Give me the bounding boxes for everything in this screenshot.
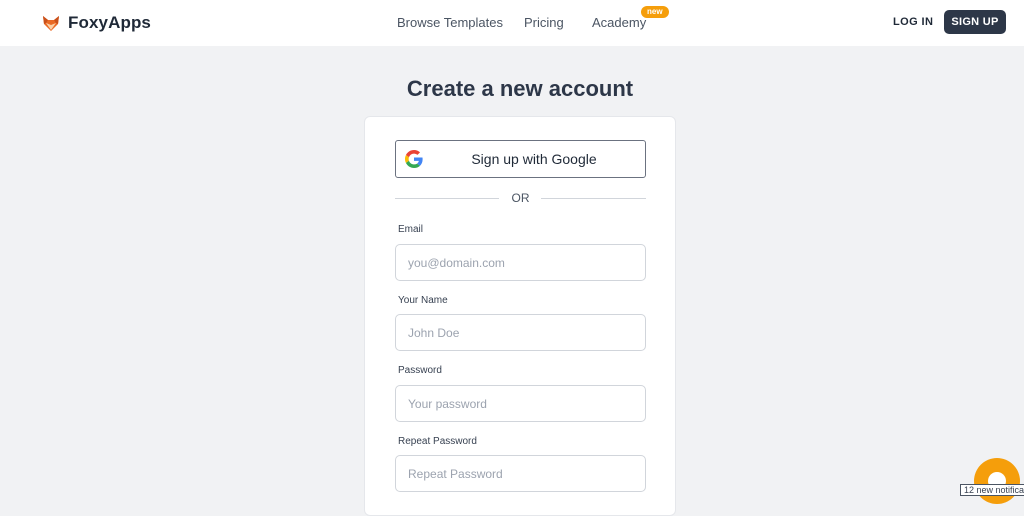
password-field[interactable]	[395, 385, 646, 422]
main-nav: Browse Templates Pricing Academy	[0, 15, 1024, 33]
repeat-password-field[interactable]	[395, 455, 646, 492]
nav-pricing[interactable]: Pricing	[524, 15, 564, 30]
nav-academy[interactable]: Academy	[592, 15, 646, 30]
google-signup-label: Sign up with Google	[471, 151, 597, 167]
or-divider: OR	[395, 191, 646, 205]
new-badge: new	[641, 6, 669, 18]
email-label: Email	[398, 224, 424, 235]
top-navbar: FoxyApps Browse Templates Pricing Academ…	[0, 0, 1024, 46]
repeat-password-label: Repeat Password	[398, 436, 477, 447]
divider-line-right	[541, 198, 646, 199]
page-title: Create a new account	[406, 76, 634, 101]
notification-tooltip: 12 new notifica	[960, 484, 1024, 496]
login-link[interactable]: LOG IN	[893, 16, 933, 28]
google-signup-button[interactable]: Sign up with Google	[395, 140, 646, 178]
email-field[interactable]	[395, 244, 646, 281]
nav-browse-templates[interactable]: Browse Templates	[397, 15, 503, 30]
signup-card: Sign up with Google OR Email Your Name P…	[364, 116, 676, 516]
chat-bubble-icon[interactable]	[974, 458, 1020, 504]
signup-button[interactable]: SIGN UP	[944, 10, 1006, 34]
password-label: Password	[398, 365, 442, 376]
name-label: Your Name	[398, 295, 448, 306]
name-field[interactable]	[395, 314, 646, 351]
